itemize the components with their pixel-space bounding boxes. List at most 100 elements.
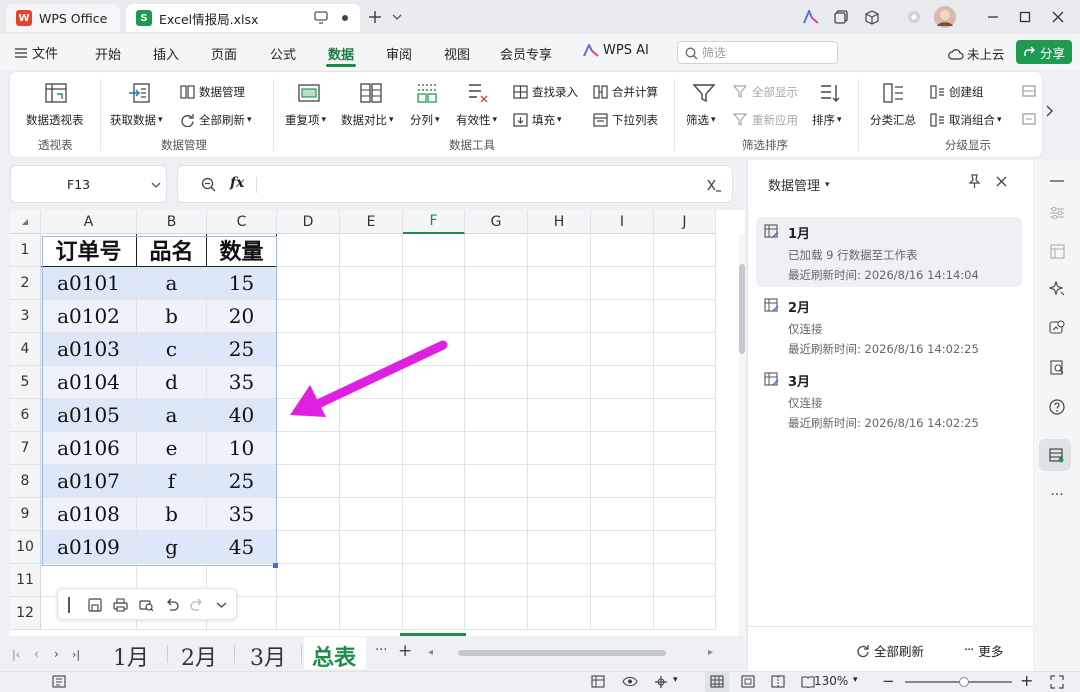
column-header-f[interactable]: F (403, 210, 465, 234)
chevron-down-icon[interactable] (216, 601, 227, 609)
name-box[interactable]: F13 (10, 165, 167, 203)
zoom-slider-thumb[interactable] (959, 677, 969, 687)
adjust-sliders-icon[interactable] (1046, 202, 1068, 224)
vertical-scrollbar[interactable] (739, 234, 745, 636)
menu-view[interactable]: 视图 (444, 44, 470, 63)
zoom-dropdown-caret-icon[interactable]: ▾ (853, 675, 858, 685)
more-sheets-icon[interactable]: ··· (375, 643, 387, 658)
pane-refresh-all-button[interactable]: 全部刷新 (856, 641, 924, 660)
product-cell[interactable]: e (137, 432, 207, 465)
maximize-icon[interactable] (1016, 8, 1034, 26)
data-manage-rail-icon[interactable] (1046, 444, 1068, 466)
first-sheet-icon[interactable]: |‹ (12, 648, 20, 661)
settings-dot-icon[interactable] (905, 8, 923, 26)
file-menu[interactable]: 文件 (14, 43, 58, 62)
fill-handle[interactable] (273, 563, 278, 568)
compare-button[interactable]: 数据对比 ▾ (341, 112, 394, 128)
order-id-cell[interactable]: a0103 (41, 333, 137, 366)
sheet-tab-mar[interactable]: 3月 (250, 640, 286, 672)
sheet-tab-feb[interactable]: 2月 (181, 640, 217, 672)
column-header-d[interactable]: D (277, 210, 340, 234)
picture-edit-icon[interactable] (1046, 316, 1068, 338)
column-header-e[interactable]: E (340, 210, 403, 234)
menu-review[interactable]: 审阅 (386, 44, 412, 63)
validity-button[interactable]: 有效性 ▾ (456, 112, 497, 128)
product-cell[interactable]: g (137, 531, 207, 564)
header-cell-product[interactable]: 品名 (137, 234, 207, 267)
avatar[interactable] (934, 6, 956, 28)
tab-file[interactable]: S Excel情报局.xlsx (126, 4, 360, 32)
sheet-tab-total[interactable]: 总表 (312, 640, 356, 672)
zoom-search-icon[interactable] (201, 177, 216, 192)
quantity-cell[interactable]: 25 (207, 333, 277, 366)
order-id-cell[interactable]: a0109 (41, 531, 137, 564)
quantity-cell[interactable]: 15 (207, 267, 277, 300)
row-header-9[interactable]: 9 (10, 498, 41, 531)
refresh-all-button[interactable]: 全部刷新 ▾ (180, 112, 252, 128)
row-header-8[interactable]: 8 (10, 465, 41, 498)
menu-data[interactable]: 数据 (328, 44, 354, 63)
sheet-tab-jan[interactable]: 1月 (113, 640, 149, 672)
ribbon-scroll-right-icon[interactable] (1044, 104, 1054, 118)
table-style-icon[interactable] (591, 675, 605, 688)
select-all-corner[interactable] (10, 210, 41, 234)
quantity-cell[interactable]: 35 (207, 498, 277, 531)
pane-close-icon[interactable] (996, 176, 1007, 187)
add-sheet-icon[interactable]: + (398, 641, 412, 661)
redo-icon[interactable] (190, 598, 204, 612)
star-sparkle-icon[interactable] (1046, 278, 1068, 300)
duplicates-button[interactable]: 重复项 ▾ (285, 112, 326, 128)
quantity-cell[interactable]: 35 (207, 366, 277, 399)
product-cell[interactable]: b (137, 300, 207, 333)
product-cell[interactable]: d (137, 366, 207, 399)
fill-button[interactable]: 填充 ▾ (513, 112, 562, 128)
row-header-11[interactable]: 11 (10, 564, 41, 597)
row-header-3[interactable]: 3 (10, 300, 41, 333)
product-cell[interactable]: a (137, 267, 207, 300)
split-button[interactable]: 分列 ▾ (410, 112, 440, 128)
row-header-2[interactable]: 2 (10, 267, 41, 300)
share-button[interactable]: 分享 (1016, 40, 1072, 64)
create-group-button[interactable]: 创建组 (930, 84, 984, 100)
ai-icon[interactable] (802, 8, 820, 26)
collapse-rail-icon[interactable] (1046, 170, 1068, 192)
column-header-a[interactable]: A (41, 210, 137, 234)
column-header-i[interactable]: I (591, 210, 654, 234)
pane-title[interactable]: 数据管理 ▾ (768, 175, 830, 194)
undo-icon[interactable] (165, 598, 179, 612)
pivot-table-button[interactable]: 数据透视表 (26, 112, 84, 128)
sort-button[interactable]: 排序 ▾ (812, 112, 842, 128)
show-all-button[interactable]: 全部显示 (733, 84, 798, 100)
query-item-feb[interactable]: 2月 仅连接 最近刷新时间: 2026/8/16 14:02:25 (756, 291, 1022, 361)
tab-wps-office[interactable]: W WPS Office (6, 4, 120, 32)
consolidate-button[interactable]: 合并计算 (593, 84, 658, 100)
reapply-button[interactable]: 重新应用 (733, 112, 798, 128)
hscroll-left-icon[interactable]: ◂ (428, 647, 433, 658)
menu-member[interactable]: 会员专享 (500, 44, 552, 63)
more-dots-icon[interactable]: ··· (1046, 484, 1068, 506)
quantity-cell[interactable]: 40 (207, 399, 277, 432)
cube-icon[interactable] (863, 8, 881, 26)
dropdown-list-button[interactable]: 下拉列表 (593, 112, 658, 128)
layout-icon[interactable] (1046, 240, 1068, 262)
order-id-cell[interactable]: a0101 (41, 267, 137, 300)
ungroup-button[interactable]: 取消组合 ▾ (930, 112, 1002, 128)
cloud-status-button[interactable]: 未上云 (948, 44, 1005, 63)
save-icon[interactable] (88, 598, 102, 612)
column-header-c[interactable]: C (207, 210, 277, 234)
pin-icon[interactable] (967, 174, 982, 189)
subtotal-button[interactable]: 分类汇总 (870, 112, 916, 128)
column-header-b[interactable]: B (137, 210, 207, 234)
quantity-cell[interactable]: 45 (207, 531, 277, 564)
menu-wps-ai[interactable]: WPS AI (583, 43, 649, 58)
product-cell[interactable]: b (137, 498, 207, 531)
minimize-icon[interactable] (984, 8, 1002, 26)
status-list-icon[interactable] (52, 675, 66, 688)
close-icon[interactable] (1049, 8, 1067, 26)
page-layout-view-icon[interactable] (741, 675, 755, 688)
more-ribbon-icon-2[interactable] (1022, 112, 1036, 126)
column-header-j[interactable]: J (654, 210, 716, 234)
order-id-cell[interactable]: a0105 (41, 399, 137, 432)
page-break-view-icon[interactable] (771, 675, 785, 688)
quantity-cell[interactable]: 25 (207, 465, 277, 498)
